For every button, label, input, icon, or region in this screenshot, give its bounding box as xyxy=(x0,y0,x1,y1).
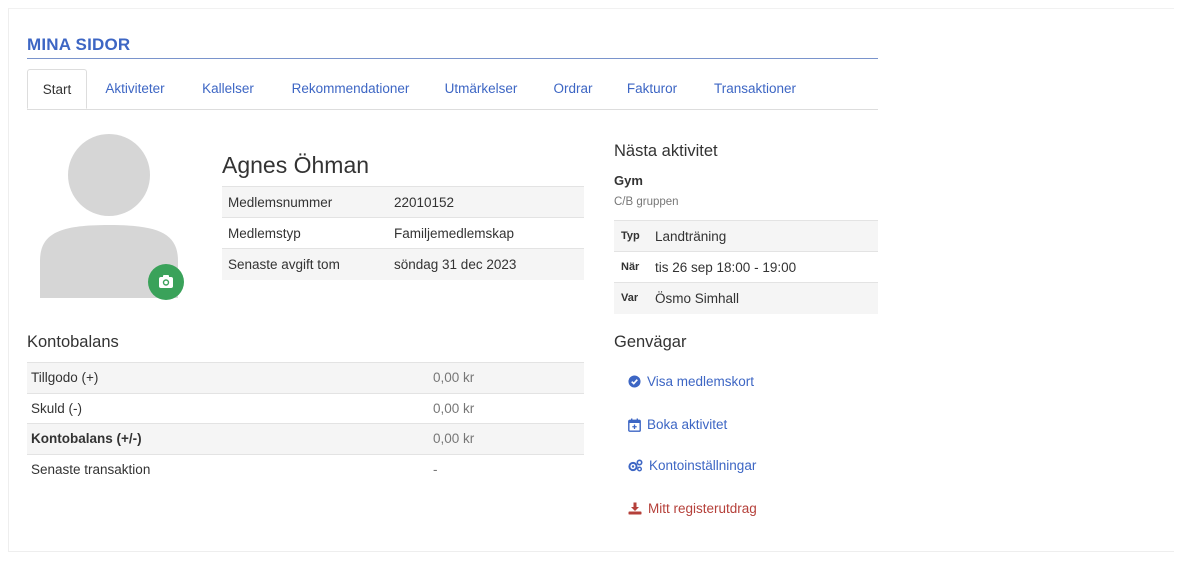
activity-where-value: Ösmo Simhall xyxy=(655,290,740,306)
calendar-plus-icon xyxy=(628,418,641,432)
account-settings-label: Kontoinställningar xyxy=(649,458,757,473)
table-row: När tis 26 sep 18:00 - 19:00 xyxy=(614,251,878,283)
table-row: Var Ösmo Simhall xyxy=(614,282,878,314)
member-number-label: Medlemsnummer xyxy=(228,194,333,210)
debt-label: Skuld (-) xyxy=(31,400,83,416)
table-row: Skuld (-) 0,00 kr xyxy=(27,393,584,424)
last-transaction-label: Senaste transaktion xyxy=(31,462,151,477)
next-activity-heading: Nästa aktivitet xyxy=(614,142,718,160)
activity-when-label: När xyxy=(621,261,640,273)
show-member-card-label: Visa medlemskort xyxy=(647,374,755,389)
cogs-icon xyxy=(628,459,643,472)
member-number-value: 22010152 xyxy=(394,194,455,210)
tab-utmarkelser[interactable]: Utmärkelser xyxy=(438,69,524,109)
book-activity-label: Boka aktivitet xyxy=(647,417,728,432)
table-row: Medlemstyp Familjemedlemskap xyxy=(222,217,584,249)
credit-label: Tillgodo (+) xyxy=(31,370,99,386)
account-settings-link[interactable]: Kontoinställningar xyxy=(628,458,756,473)
tab-ordrar[interactable]: Ordrar xyxy=(543,69,603,109)
activity-when-value: tis 26 sep 18:00 - 19:00 xyxy=(655,259,797,275)
table-row: Kontobalans (+/-) 0,00 kr xyxy=(27,423,584,454)
tab-aktiviteter[interactable]: Aktiviteter xyxy=(93,69,177,109)
tab-rekommendationer[interactable]: Rekommendationer xyxy=(283,69,418,109)
debt-value: 0,00 kr xyxy=(433,400,475,416)
balance-total-label: Kontobalans (+/-) xyxy=(31,431,142,447)
last-transaction-value: - xyxy=(433,462,438,477)
camera-icon xyxy=(159,275,173,288)
tab-bar: Start Aktiviteter Kallelser Rekommendati… xyxy=(27,69,878,110)
activity-where-label: Var xyxy=(621,292,639,305)
check-circle-icon xyxy=(628,375,641,388)
register-extract-label: Mitt registerutdrag xyxy=(648,501,757,516)
activity-type-value: Landträning xyxy=(655,228,727,244)
camera-button[interactable] xyxy=(148,264,184,300)
table-row: Senaste transaktion - xyxy=(27,454,584,485)
tab-kallelser[interactable]: Kallelser xyxy=(193,69,263,109)
activity-type-label: Typ xyxy=(621,230,640,242)
last-fee-value: söndag 31 dec 2023 xyxy=(394,256,517,272)
last-fee-label: Senaste avgift tom xyxy=(228,256,340,272)
activity-name: Gym xyxy=(614,173,643,188)
title-divider xyxy=(27,58,878,59)
tab-start[interactable]: Start xyxy=(27,69,87,109)
member-info-table: Medlemsnummer 22010152 Medlemstyp Familj… xyxy=(222,186,584,280)
register-extract-link[interactable]: Mitt registerutdrag xyxy=(628,501,757,516)
table-row: Medlemsnummer 22010152 xyxy=(222,186,584,218)
balance-total-value: 0,00 kr xyxy=(433,431,475,447)
shortcuts-heading: Genvägar xyxy=(614,333,687,351)
credit-value: 0,00 kr xyxy=(433,370,475,386)
balance-heading: Kontobalans xyxy=(27,333,119,351)
balance-table: Tillgodo (+) 0,00 kr Skuld (-) 0,00 kr K… xyxy=(27,362,584,485)
member-type-value: Familjemedlemskap xyxy=(394,225,515,241)
tab-transaktioner[interactable]: Transaktioner xyxy=(705,69,805,109)
book-activity-link[interactable]: Boka aktivitet xyxy=(628,417,727,432)
tab-fakturor[interactable]: Fakturor xyxy=(617,69,687,109)
table-row: Tillgodo (+) 0,00 kr xyxy=(27,362,584,393)
activity-group: C/B gruppen xyxy=(614,196,679,208)
download-icon xyxy=(628,502,642,515)
show-member-card-link[interactable]: Visa medlemskort xyxy=(628,374,754,389)
member-name: Agnes Öhman xyxy=(222,152,370,178)
activity-table: Typ Landträning När tis 26 sep 18:00 - 1… xyxy=(614,220,878,314)
table-row: Typ Landträning xyxy=(614,220,878,252)
table-row: Senaste avgift tom söndag 31 dec 2023 xyxy=(222,248,584,280)
member-type-label: Medlemstyp xyxy=(228,225,301,241)
page-title: MINA SIDOR xyxy=(27,35,131,54)
